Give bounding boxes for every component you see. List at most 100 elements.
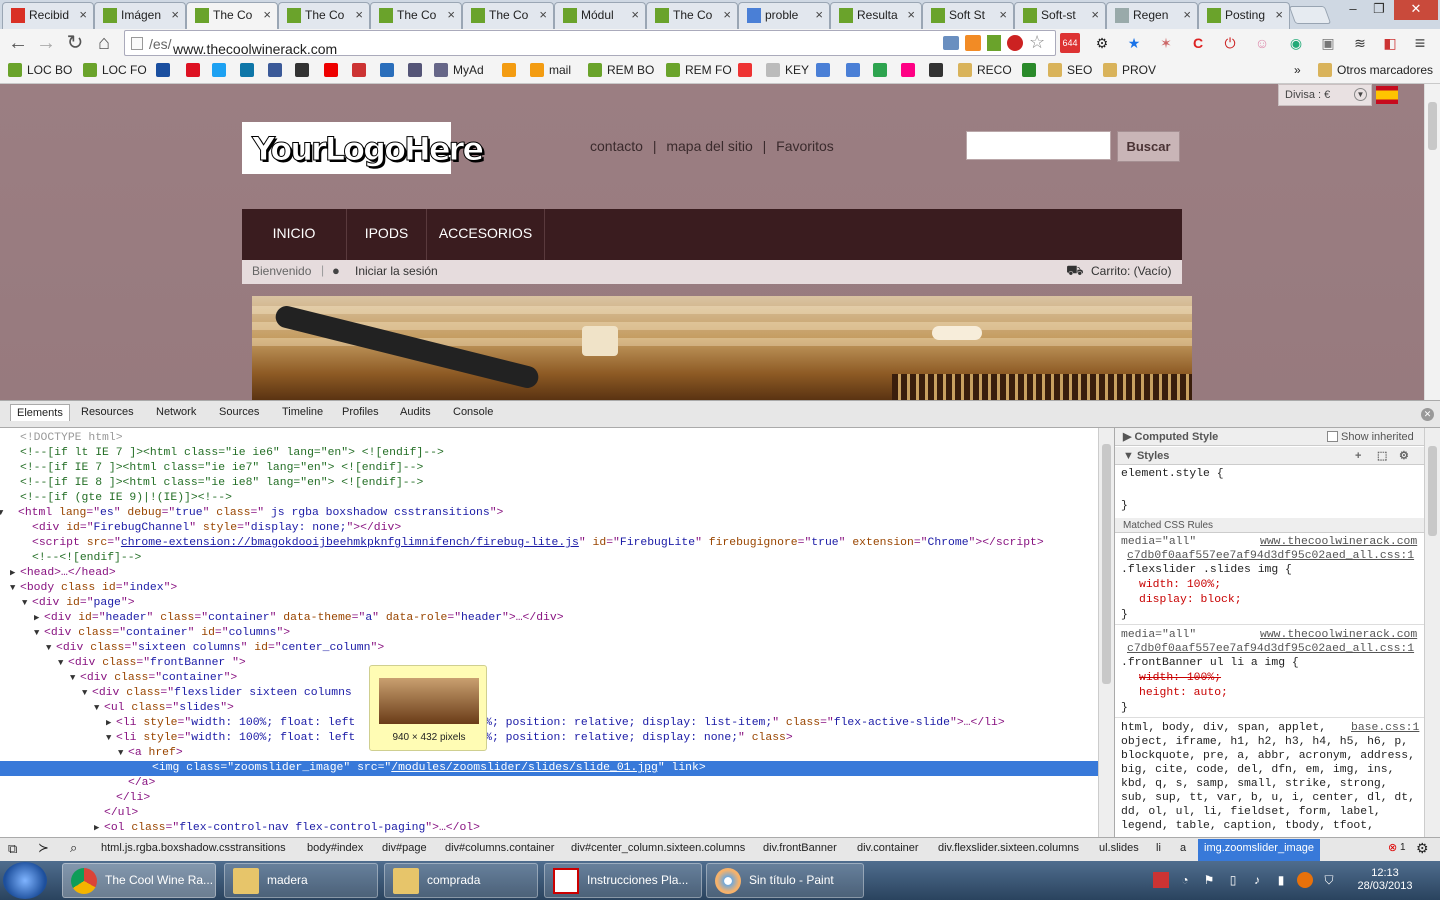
dom-node[interactable]: ▼<li style="width: 100%; float: left 100…	[0, 731, 1098, 746]
dom-node[interactable]: <!DOCTYPE html>	[0, 431, 1098, 446]
tab-timeline[interactable]: Timeline	[282, 406, 323, 418]
dom-node[interactable]: ▶<li style="width: 100%; float: left 100…	[0, 716, 1098, 731]
settings-icon[interactable]: ⚙	[1399, 447, 1409, 465]
dock-icon[interactable]: ⧉	[8, 841, 17, 857]
address-bar[interactable]: www.thecoolwinerack.com/es/ ☆	[124, 30, 1056, 57]
close-devtools-icon[interactable]: ✕	[1421, 408, 1434, 421]
tab-resources[interactable]: Resources	[81, 406, 134, 418]
bookmark-item[interactable]	[186, 62, 205, 80]
task-folder-comprada[interactable]: comprada	[384, 863, 538, 898]
rule-selector[interactable]: .frontBanner ul li a img {	[1121, 657, 1299, 669]
breadcrumb-item[interactable]: div.container	[857, 842, 919, 854]
tag-ext-icon[interactable]: ▣	[1318, 33, 1338, 53]
rule-source-link[interactable]: www.thecoolwinerack.com	[1260, 536, 1417, 548]
back-icon[interactable]: ←	[6, 31, 30, 55]
settings-icon[interactable]: ⚙	[1416, 840, 1429, 857]
star-ext-icon[interactable]: ★	[1124, 33, 1144, 53]
breadcrumb-item[interactable]: html.js.rgba.boxshadow.csstransitions	[101, 842, 286, 854]
new-tab-button[interactable]	[1288, 6, 1332, 24]
dom-scrollbar[interactable]	[1098, 428, 1114, 837]
tray-gauge-icon[interactable]: ◔	[1177, 872, 1193, 888]
tab-console[interactable]: Console	[453, 406, 493, 418]
css-property[interactable]: height: auto;	[1139, 687, 1228, 699]
close-tab-icon[interactable]: ×	[1183, 7, 1191, 22]
dom-node[interactable]: ▼ <div id="page">	[0, 596, 1098, 611]
dom-node[interactable]: <img class="zoomslider_image" src="/modu…	[0, 761, 1098, 776]
dom-node[interactable]: <div id="FirebugChannel" style="display:…	[0, 521, 1098, 536]
bookmark-item[interactable]	[268, 62, 287, 80]
css-property[interactable]: width: 100%;	[1139, 579, 1221, 591]
bookmark-item[interactable]	[324, 62, 343, 80]
reload-icon[interactable]: ↻	[63, 31, 87, 55]
close-tab-icon[interactable]: ×	[631, 7, 639, 22]
tab[interactable]: The Co ×	[462, 2, 554, 29]
dom-node[interactable]: ▼ <div class="flexslider sixteen columns	[0, 686, 1098, 701]
tab-audits[interactable]: Audits	[400, 406, 431, 418]
task-chrome[interactable]: The Cool Wine Ra...	[62, 863, 216, 898]
bookmark-ext-icon[interactable]: ◧	[1380, 33, 1400, 53]
home-icon[interactable]: ⌂	[92, 31, 116, 55]
add-rule-icon[interactable]: +	[1355, 447, 1361, 465]
close-tab-icon[interactable]: ×	[907, 7, 915, 22]
network-icon[interactable]: ▮	[1273, 872, 1289, 888]
dom-node[interactable]: </a>	[0, 776, 1098, 791]
bookmark-item[interactable]: PROV	[1103, 62, 1156, 80]
login-link[interactable]: Iniciar la sesión	[355, 264, 438, 278]
minimize-button[interactable]: –	[1340, 0, 1366, 20]
bookmark-item[interactable]	[929, 62, 948, 80]
bookmark-item[interactable]	[408, 62, 427, 80]
spain-flag-icon[interactable]	[1376, 86, 1398, 104]
dom-node[interactable]: ▶ <ol class="flex-control-nav flex-contro…	[0, 821, 1098, 836]
site-logo[interactable]: YourLogoHere	[242, 122, 485, 174]
tab-sources[interactable]: Sources	[219, 406, 259, 418]
close-tab-icon[interactable]: ×	[447, 7, 455, 22]
dom-node[interactable]: <!--[if lt IE 7 ]><html class="ie ie6" l…	[0, 446, 1098, 461]
close-tab-icon[interactable]: ×	[723, 7, 731, 22]
breadcrumb-item[interactable]: div#columns.container	[445, 842, 554, 854]
breadcrumb-item[interactable]: img.zoomslider_image	[1198, 839, 1321, 861]
rule-selector[interactable]: .flexslider .slides img {	[1121, 564, 1292, 576]
tab-profiles[interactable]: Profiles	[342, 406, 379, 418]
tab[interactable]: Soft St ×	[922, 2, 1014, 29]
breadcrumb-item[interactable]: div.flexslider.sixteen.columns	[938, 842, 1079, 854]
adblock-icon[interactable]	[1007, 35, 1023, 51]
volume-icon[interactable]: ♪	[1249, 872, 1265, 888]
search-button[interactable]: Buscar	[1117, 131, 1180, 162]
bug-ext-icon[interactable]: ✶	[1156, 33, 1176, 53]
forward-icon[interactable]: →	[34, 31, 58, 55]
dom-node[interactable]: </li>	[0, 791, 1098, 806]
breadcrumb-item[interactable]: div.frontBanner	[763, 842, 837, 854]
bookmark-item[interactable]: MyAd	[434, 62, 484, 80]
search-input[interactable]	[966, 131, 1111, 160]
bookmark-item[interactable]	[240, 62, 259, 80]
tab-elements[interactable]: Elements	[10, 404, 70, 421]
bookmark-item[interactable]	[380, 62, 399, 80]
bookmark-item[interactable]	[816, 62, 835, 80]
maximize-button[interactable]: ❐	[1366, 0, 1392, 20]
tab[interactable]: Recibid ×	[2, 2, 94, 29]
css-property-overridden[interactable]: width: 100%;	[1139, 672, 1221, 684]
gear-ext-icon[interactable]: ⚙	[1092, 33, 1112, 53]
bookmark-item[interactable]	[873, 62, 892, 80]
breadcrumb-item[interactable]: a	[1180, 842, 1186, 854]
dom-node[interactable]: ▼ <html lang="es" debug="true" class=" js…	[0, 506, 1098, 521]
close-tab-icon[interactable]: ×	[539, 7, 547, 22]
element-style-rule[interactable]: element.style {	[1121, 468, 1224, 480]
scrollbar-thumb[interactable]	[1102, 444, 1111, 684]
bookmark-item[interactable]	[738, 62, 757, 80]
tab-network[interactable]: Network	[156, 406, 196, 418]
other-bookmarks-folder[interactable]: Otros marcadores	[1318, 62, 1433, 80]
dom-node[interactable]: ▼ <a href>	[0, 746, 1098, 761]
currency-selector[interactable]: Divisa : € ▼	[1278, 84, 1372, 106]
tab[interactable]: The Co ×	[186, 2, 278, 29]
tab[interactable]: Posting ×	[1198, 2, 1290, 29]
bookmark-item[interactable]	[156, 62, 175, 80]
close-tab-icon[interactable]: ×	[263, 7, 271, 22]
bookmark-item[interactable]: LOC FO	[83, 62, 147, 80]
slider-banner-image[interactable]	[252, 296, 1192, 400]
bookmark-item[interactable]	[295, 62, 314, 80]
bookmark-item[interactable]	[846, 62, 865, 80]
dom-node[interactable]: <!--[if IE 7 ]><html class="ie ie7" lang…	[0, 461, 1098, 476]
menu-icon[interactable]: ≡	[1410, 33, 1430, 53]
task-paint[interactable]: Sin título - Paint	[706, 863, 864, 898]
